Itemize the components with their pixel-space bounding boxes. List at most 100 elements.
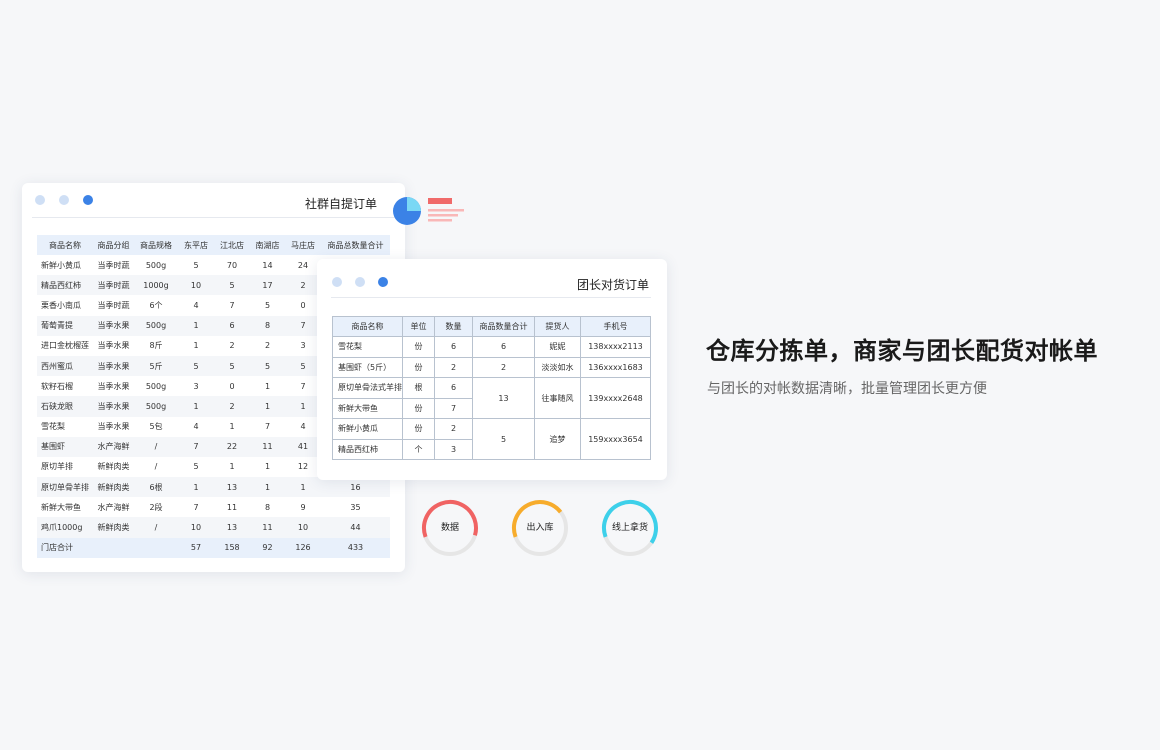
table-cell: 石硖龙眼 (37, 396, 93, 417)
ring-label: 数据 (440, 523, 459, 533)
qty-cell: 2 (434, 418, 473, 440)
table-cell: 1 (178, 477, 214, 498)
table-cell: 新鲜肉类 (97, 462, 130, 472)
table-cell: 2段 (149, 502, 163, 512)
table-cell: 精品西红柿 (37, 275, 93, 296)
table-cell: 新鲜肉类 (93, 517, 134, 538)
total-cell: 126 (285, 537, 321, 558)
total-cell: 158 (214, 537, 250, 558)
column-header: 马庄店 (285, 235, 321, 255)
store-total-row: 门店合计 57 158 92 126 433 (37, 537, 390, 558)
unit-cell: 份 (402, 336, 435, 358)
table-cell: 7 (285, 315, 321, 336)
table-cell: 22 (214, 436, 250, 457)
qty-cell: 6 (434, 377, 473, 399)
table-cell: 7 (300, 381, 306, 391)
card2-header: 团长对货订单 (331, 259, 651, 298)
unit-cell: 个 (402, 438, 435, 460)
leader-reconcile-order-card: 团长对货订单 商品名称 单位 数量 商品数量合计 提货人 手机号 雪花梨份 6 6 妮妮 138x… (317, 259, 667, 480)
group-total-cell: 6 (472, 336, 535, 358)
table-cell: 新鲜小黄瓜 (41, 260, 81, 270)
table-cell: 5 (193, 462, 199, 472)
table-cell: 栗香小南瓜 (41, 300, 81, 310)
unit-cell: 根 (402, 377, 435, 399)
table-cell: 13 (214, 517, 250, 538)
phone-cell: 159xxxx3654 (580, 418, 651, 460)
product-name: 雪花梨 (332, 336, 403, 358)
table-cell: 8斤 (149, 341, 163, 351)
product-name: 新鲜小黄瓜 (332, 418, 403, 440)
column-header: 商品分组 (93, 235, 134, 255)
table-cell: 2 (264, 341, 271, 351)
table-cell: 8 (264, 502, 271, 512)
pickup-person-cell: 追梦 (534, 418, 581, 460)
total-cell: 92 (250, 537, 285, 558)
table-cell: 葡萄青提 (37, 315, 93, 336)
pickup-person-cell: 往事随风 (534, 377, 581, 419)
phone-cell: 139xxxx2648 (580, 377, 651, 419)
table-cell: / (134, 517, 178, 538)
table-cell: 当季水果 (93, 315, 134, 336)
table-cell: 鸡爪1000g (37, 517, 93, 538)
legend-bar-red (428, 198, 452, 204)
window-dot-3 (378, 277, 388, 287)
table-cell: 1 (250, 477, 285, 498)
table-cell: 11 (226, 502, 238, 512)
group-total-cell: 13 (472, 377, 535, 419)
column-header: 南湖店 (250, 235, 285, 255)
table-cell: 5 (178, 355, 214, 377)
table-cell: 10 (178, 517, 214, 538)
table-cell: 9 (300, 502, 306, 512)
total-cell (134, 537, 178, 558)
table-cell: 41 (285, 436, 321, 457)
inout-stock-ring[interactable]: 出入库 (511, 499, 569, 557)
table-cell: 1 (178, 396, 214, 417)
table-cell: 5 (193, 260, 199, 270)
column-header: 商品规格 (134, 235, 178, 255)
column-header: 商品总数量合计 (321, 235, 390, 255)
pickup-person-cell: 妮妮 (534, 336, 581, 358)
table-cell: 当季水果 (97, 422, 130, 432)
card1-title: 社群自提订单 (304, 197, 377, 211)
table-cell: 7 (229, 300, 235, 310)
unit-cell: 份 (402, 356, 435, 378)
table-cell: 10 (178, 275, 214, 296)
table-row: 鸡爪1000g 新鲜肉类/10 13 11 10 44 (37, 517, 390, 538)
table-cell: 原切单骨羊排 (37, 477, 93, 498)
column-header: 商品数量合计 (472, 316, 535, 337)
total-cell: 433 (321, 537, 390, 558)
table-cell: 当季时蔬 (97, 260, 130, 270)
legend-line-3 (428, 219, 452, 222)
table-cell: 雪花梨 (41, 422, 65, 432)
table-cell: 5 (250, 355, 285, 377)
table-cell: 13 (214, 477, 250, 498)
table-cell: 0 (229, 381, 235, 391)
table-cell: 10 (285, 517, 321, 538)
table-cell: 500g (134, 315, 178, 336)
table-cell: 44 (321, 517, 390, 538)
window-dot-3 (83, 195, 93, 205)
table-cell: 17 (250, 275, 285, 296)
table-cell: 1 (264, 381, 271, 391)
table-cell: 11 (250, 436, 285, 457)
table-cell: 当季时蔬 (97, 300, 130, 310)
column-header: 商品名称 (37, 235, 93, 255)
table-cell: 1000g (134, 275, 178, 296)
table-cell: 新鲜肉类 (93, 477, 134, 498)
column-header: 提货人 (534, 316, 581, 337)
product-name: 原切单骨法式羊排 (332, 377, 403, 399)
table-cell: 14 (262, 260, 273, 270)
table-cell: 6个 (149, 300, 163, 310)
table-cell: 500g (145, 260, 167, 270)
card1-header: 社群自提订单 (32, 183, 395, 218)
table-cell: 35 (350, 502, 361, 512)
pickup-person-cell: 淡淡如水 (534, 356, 581, 378)
table-cell: 新鲜大带鱼 (41, 502, 81, 512)
data-ring[interactable]: 数据 (421, 499, 479, 557)
table-cell: / (134, 436, 178, 457)
table-cell: 12 (297, 462, 309, 472)
online-pickup-ring[interactable]: 线上拿货 (601, 499, 659, 557)
table-cell: 5斤 (134, 355, 178, 377)
pie-chart-icon (393, 197, 464, 225)
qty-cell: 3 (434, 438, 473, 460)
